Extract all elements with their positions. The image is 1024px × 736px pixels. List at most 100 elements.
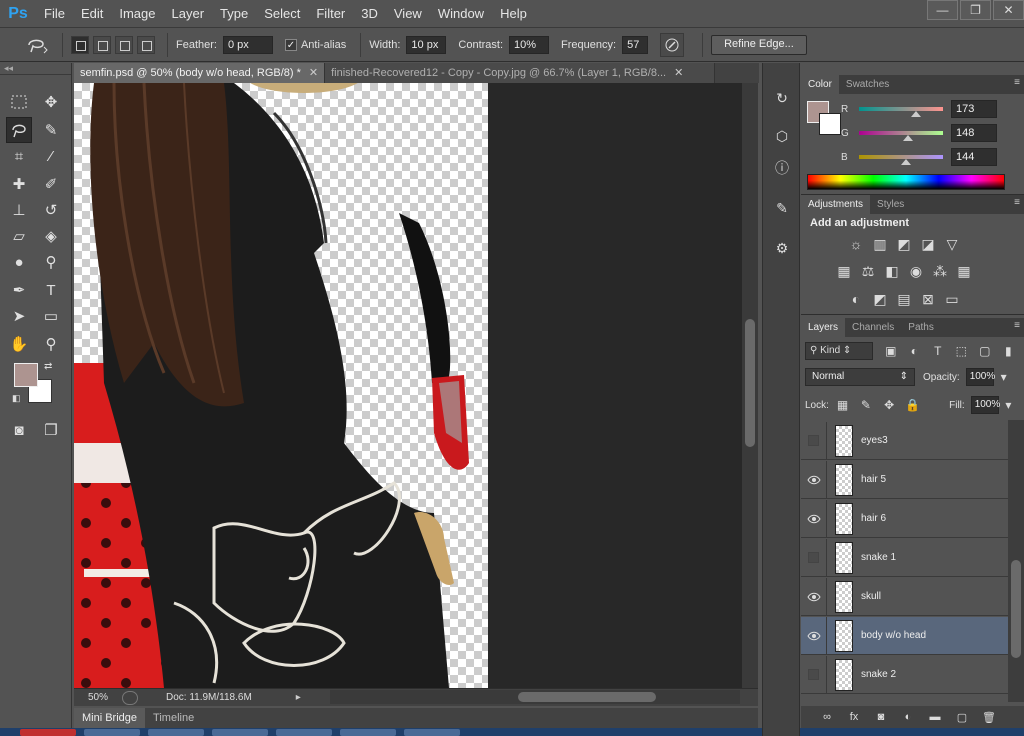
delete-layer-icon[interactable]: 🗑 [981, 709, 997, 725]
add-mask-icon[interactable]: ◙ [873, 709, 889, 725]
screen-mode-icon[interactable]: ❐ [38, 417, 64, 443]
hue-saturation-icon[interactable]: ▦ [835, 263, 853, 279]
layer-row[interactable]: body w/o head [801, 616, 1008, 655]
background-swatch[interactable] [819, 113, 841, 135]
status-info-icon[interactable] [122, 690, 138, 705]
refine-edge-button[interactable]: Refine Edge... [711, 35, 807, 55]
quick-selection-tool-icon[interactable]: ✎ [38, 117, 64, 143]
fill-field[interactable]: 100% [970, 396, 1000, 414]
green-track[interactable] [859, 131, 943, 141]
panel-menu-icon[interactable]: ≡ [1014, 77, 1020, 88]
new-selection-button[interactable] [71, 36, 89, 54]
tab-timeline[interactable]: Timeline [145, 708, 202, 728]
layer-row[interactable]: hair 5 [801, 460, 1008, 499]
contrast-field[interactable]: 10% [509, 36, 550, 54]
layer-row[interactable]: snake 1 [801, 538, 1008, 577]
status-arrow-icon[interactable]: ▸ [296, 692, 301, 703]
smart-object-filter-icon[interactable]: ▢ [977, 343, 992, 359]
chevron-down-icon[interactable]: ▾ [996, 369, 1012, 385]
layer-row[interactable]: eyes3 [801, 421, 1008, 460]
paint-bucket-tool-icon[interactable]: ◈ [38, 223, 64, 249]
document-canvas[interactable] [74, 83, 742, 688]
menu-3d[interactable]: 3D [353, 0, 386, 28]
adjustment-filter-icon[interactable]: ◐ [907, 343, 922, 359]
tool-presets-icon[interactable]: ⚙ [771, 237, 793, 259]
brush-tool-icon[interactable]: ✐ [38, 171, 64, 197]
3d-panel-icon[interactable]: ⬡ [771, 125, 793, 147]
tab-channels[interactable]: Channels [845, 318, 901, 337]
lock-position-icon[interactable]: ✥ [882, 397, 897, 413]
type-filter-icon[interactable]: T [930, 343, 945, 359]
lock-pixels-icon[interactable]: ✎ [858, 397, 873, 413]
scroll-thumb[interactable] [745, 319, 755, 447]
pixel-filter-icon[interactable]: ▣ [883, 343, 898, 359]
menu-layer[interactable]: Layer [164, 0, 213, 28]
green-slider[interactable]: G 148 [841, 123, 1021, 143]
taskbar-item[interactable] [276, 729, 332, 736]
chevron-down-icon[interactable]: ▾ [1001, 397, 1016, 413]
menu-file[interactable]: File [36, 0, 73, 28]
tab-styles[interactable]: Styles [870, 195, 911, 214]
scroll-thumb[interactable] [1011, 560, 1021, 658]
brightness-icon[interactable]: ☼ [847, 236, 865, 252]
invert-icon[interactable]: ◐ [847, 291, 865, 307]
horizontal-scrollbar[interactable] [330, 690, 740, 704]
curves-icon[interactable]: ◩ [895, 236, 913, 252]
taskbar-item[interactable] [212, 729, 268, 736]
magnetic-lasso-preset-icon[interactable] [20, 33, 54, 57]
slider-thumb[interactable] [902, 135, 913, 141]
red-track[interactable] [859, 107, 943, 117]
exposure-icon[interactable]: ◪ [919, 236, 937, 252]
lock-transparent-icon[interactable]: ▦ [835, 397, 850, 413]
pen-tool-icon[interactable]: ✒ [6, 277, 32, 303]
type-tool-icon[interactable]: T [38, 277, 64, 303]
close-button[interactable]: ✕ [993, 0, 1024, 20]
gradient-map-icon[interactable]: ▭ [943, 291, 961, 307]
crop-tool-icon[interactable]: ⌗ [6, 143, 32, 169]
color-balance-icon[interactable]: ⚖ [859, 263, 877, 279]
tab-color[interactable]: Color [801, 75, 839, 94]
brush-presets-icon[interactable]: ✎ [771, 197, 793, 219]
subtract-selection-button[interactable] [115, 36, 133, 54]
close-icon[interactable]: ✕ [309, 67, 318, 79]
blend-mode-select[interactable]: Normal ⇕ [805, 368, 915, 386]
new-group-icon[interactable]: ▬ [927, 709, 943, 725]
add-selection-button[interactable] [93, 36, 111, 54]
collapse-arrows-icon[interactable]: ◂◂ [0, 63, 71, 75]
path-selection-tool-icon[interactable]: ➤ [6, 303, 32, 329]
vertical-scrollbar[interactable] [742, 83, 758, 688]
width-field[interactable]: 10 px [406, 36, 447, 54]
visibility-toggle[interactable] [801, 577, 827, 616]
restore-button[interactable]: ❐ [960, 0, 991, 20]
eyedropper-tool-icon[interactable]: ⁄ [38, 143, 64, 169]
green-value[interactable]: 148 [951, 124, 997, 142]
color-lookup-icon[interactable]: ▦ [955, 263, 973, 279]
tab-adjustments[interactable]: Adjustments [801, 195, 871, 214]
intersect-selection-button[interactable] [137, 36, 155, 54]
color-spectrum[interactable] [807, 174, 1005, 190]
zoom-level[interactable]: 50% [74, 692, 122, 703]
zoom-tool-icon[interactable]: ⚲ [38, 331, 64, 357]
slider-thumb[interactable] [911, 111, 922, 117]
vibrance-icon[interactable]: ▽ [943, 236, 961, 252]
frequency-field[interactable]: 57 [622, 36, 649, 54]
lasso-tool-icon[interactable] [6, 117, 32, 143]
visibility-toggle[interactable] [801, 616, 827, 655]
visibility-toggle[interactable] [801, 421, 827, 460]
taskbar-item[interactable] [20, 729, 76, 736]
visibility-toggle[interactable] [801, 499, 827, 538]
menu-type[interactable]: Type [212, 0, 256, 28]
black-white-icon[interactable]: ◧ [883, 263, 901, 279]
tab-layers[interactable]: Layers [801, 318, 846, 337]
menu-view[interactable]: View [386, 0, 430, 28]
antialias-checkbox[interactable]: ✓ [284, 39, 297, 51]
visibility-toggle[interactable] [801, 655, 827, 694]
blue-value[interactable]: 144 [951, 148, 997, 166]
info-panel-icon[interactable]: ⓘ [771, 157, 793, 179]
blue-track[interactable] [859, 155, 943, 165]
channel-mixer-icon[interactable]: ⁂ [931, 263, 949, 279]
blur-tool-icon[interactable]: ● [6, 249, 32, 275]
default-colors-icon[interactable]: ◧ [12, 393, 21, 404]
layers-scrollbar[interactable] [1008, 420, 1024, 702]
menu-filter[interactable]: Filter [308, 0, 353, 28]
